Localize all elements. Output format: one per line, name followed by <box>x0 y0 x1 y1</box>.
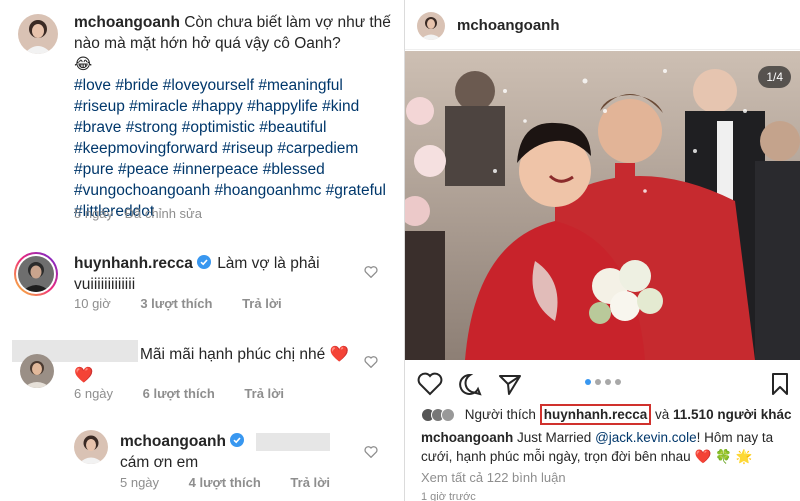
caption-emojis: ❤️ 🍀 🌟 <box>694 449 753 464</box>
caption-username[interactable]: mchoangoanh <box>74 14 180 31</box>
reply-button[interactable]: Trả lời <box>244 386 284 401</box>
comment-likes[interactable]: 6 lượt thích <box>143 386 215 401</box>
post-caption: mchoangoanh Just Married @jack.kevin.col… <box>421 428 793 466</box>
avatar <box>441 408 455 422</box>
heart-icon[interactable] <box>364 265 378 278</box>
comment-row: mchoangoanh cám ơn em 5 ngày 4 lượt thíc… <box>0 420 402 501</box>
carousel-dot[interactable] <box>605 379 611 385</box>
reply-button[interactable]: Trả lời <box>242 296 282 311</box>
heart-icon[interactable] <box>364 445 378 458</box>
verified-badge-icon <box>196 255 211 269</box>
comment-body: Mãi mãi hạnh phúc chị nhé <box>140 346 326 363</box>
caption-username[interactable]: mchoangoanh <box>421 430 513 445</box>
carousel-dot[interactable] <box>595 379 601 385</box>
likes-summary: Người thích huynhanh.recca và 11.510 ngư… <box>421 404 791 425</box>
likes-middle: và <box>655 407 670 422</box>
redacted-mention <box>256 432 331 451</box>
carousel-counter: 1/4 <box>758 66 791 88</box>
wedding-photo <box>405 51 800 360</box>
likes-prefix: Người thích <box>464 407 536 422</box>
heart-icon[interactable] <box>364 355 378 368</box>
carousel-dots <box>405 379 800 385</box>
view-all-comments[interactable]: Xem tất cả 122 bình luận <box>421 470 566 485</box>
comment-time[interactable]: 5 ngày <box>120 475 159 490</box>
liker-username[interactable]: huynhanh.recca <box>539 404 652 425</box>
avatar[interactable] <box>20 354 54 388</box>
comment-text: mchoangoanh cám ơn em <box>120 431 360 473</box>
post-panel: mchoangoanh 1/4 Người thích huynhanh.rec… <box>404 0 800 501</box>
caption-text: Just Married <box>517 430 592 445</box>
post-time: 1 giờ trước <box>421 491 476 501</box>
comment-body: cám ơn em <box>120 454 199 471</box>
comment-text: huynhanh.recca Làm vợ là phải vuiiiiiiii… <box>74 253 364 295</box>
comment-time[interactable]: 10 giờ <box>74 296 111 311</box>
post-photo[interactable]: 1/4 <box>405 51 800 360</box>
caption-meta: 5 ngày · Đã chỉnh sửa <box>74 206 202 221</box>
caption-edited: · Đã chỉnh sửa <box>116 206 202 221</box>
comment-username[interactable]: huynhanh.recca <box>74 255 193 272</box>
carousel-dot[interactable] <box>585 379 591 385</box>
comment-meta: 5 ngày 4 lượt thích Trả lời <box>120 475 330 490</box>
comment-meta: 10 giờ 3 lượt thích Trả lời <box>74 296 282 311</box>
post-username[interactable]: mchoangoanh <box>457 17 560 34</box>
caption-emoji: 😂 <box>74 56 93 73</box>
avatar[interactable] <box>14 252 58 296</box>
comments-panel: mchoangoanh Còn chưa biết làm vợ như thế… <box>0 0 402 501</box>
avatar[interactable] <box>74 430 108 464</box>
caption-mention[interactable]: @jack.kevin.cole <box>595 430 697 445</box>
comment-meta: 6 ngày 6 lượt thích Trả lời <box>74 386 284 401</box>
verified-badge-icon <box>229 433 244 447</box>
caption-time[interactable]: 5 ngày <box>74 206 113 221</box>
reply-button[interactable]: Trả lời <box>290 475 330 490</box>
comment-text: Mãi mãi hạnh phúc chị nhé ❤️❤️ <box>74 344 364 386</box>
comment-likes[interactable]: 4 lượt thích <box>189 475 261 490</box>
comment-row: Mãi mãi hạnh phúc chị nhé ❤️❤️ 6 ngày 6 … <box>0 328 402 410</box>
caption-hashtags[interactable]: #love #bride #loveyourself #meaningful #… <box>74 77 386 220</box>
comment-username[interactable]: mchoangoanh <box>120 433 226 450</box>
likes-count[interactable]: 11.510 người khác <box>673 407 791 422</box>
comment-row: huynhanh.recca Làm vợ là phải vuiiiiiiii… <box>0 240 402 320</box>
comment-likes[interactable]: 3 lượt thích <box>140 296 212 311</box>
caption-text: mchoangoanh Còn chưa biết làm vợ như thế… <box>74 12 392 222</box>
caption-row: mchoangoanh Còn chưa biết làm vợ như thế… <box>0 0 402 228</box>
bookmark-icon[interactable] <box>767 372 793 396</box>
avatar[interactable] <box>18 14 58 54</box>
comment-time[interactable]: 6 ngày <box>74 386 113 401</box>
carousel-dot[interactable] <box>615 379 621 385</box>
avatar[interactable] <box>417 12 445 40</box>
post-header: mchoangoanh <box>405 0 800 50</box>
